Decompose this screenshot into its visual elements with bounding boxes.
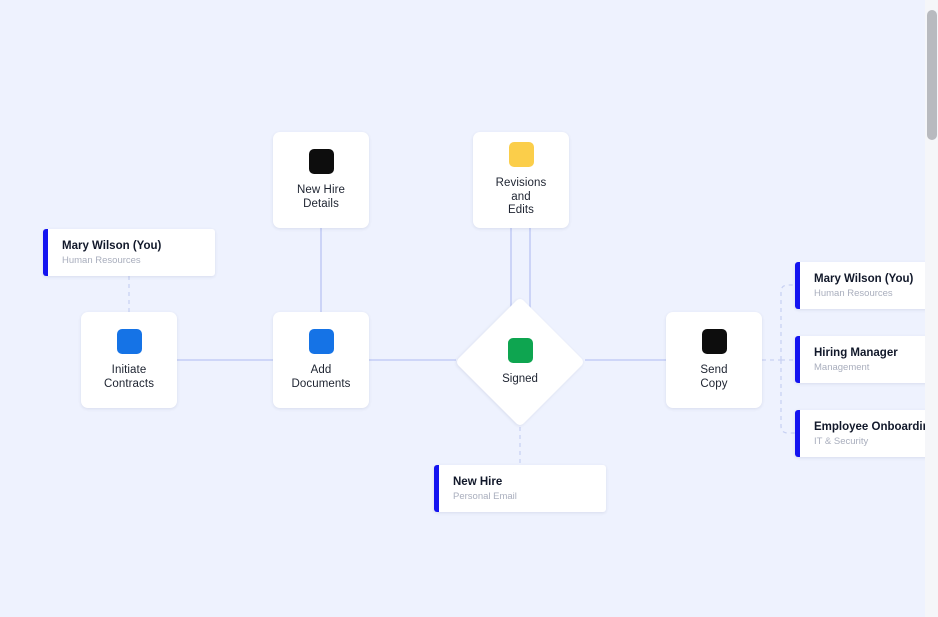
participant-text: New Hire Personal Email bbox=[439, 465, 529, 512]
edge-send-copy-to-mary-wilson bbox=[780, 284, 795, 360]
black-square-icon bbox=[701, 329, 727, 354]
participant-name: Hiring Manager bbox=[814, 346, 898, 359]
vertical-scrollbar-thumb[interactable] bbox=[927, 10, 937, 140]
participant-card-hiring-manager[interactable]: Hiring Manager Management bbox=[795, 336, 938, 383]
vertical-scrollbar-track[interactable] bbox=[925, 0, 938, 617]
edge-send-copy-to-employee-onboarding bbox=[780, 360, 795, 434]
diamond-content: Signed bbox=[455, 297, 585, 427]
node-label: Add Documents bbox=[291, 364, 351, 390]
node-initiate-contracts[interactable]: Initiate Contracts bbox=[81, 312, 177, 408]
participant-name: Mary Wilson (You) bbox=[62, 239, 162, 252]
participant-role: Human Resources bbox=[62, 254, 141, 266]
blue-square-icon bbox=[308, 329, 334, 354]
blue-square-icon bbox=[116, 329, 142, 354]
participant-role: Management bbox=[814, 361, 870, 373]
participant-card-mary-wilson-right[interactable]: Mary Wilson (You) Human Resources bbox=[795, 262, 938, 309]
workflow-canvas[interactable]: Initiate Contracts New Hire Details Add … bbox=[0, 0, 938, 617]
participant-name: New Hire bbox=[453, 475, 503, 488]
node-new-hire-details[interactable]: New Hire Details bbox=[273, 132, 369, 228]
node-send-copy[interactable]: Send Copy bbox=[666, 312, 762, 408]
participant-name: Employee Onboarding bbox=[814, 420, 937, 433]
participant-card-new-hire[interactable]: New Hire Personal Email bbox=[434, 465, 606, 512]
green-square-icon bbox=[507, 337, 533, 363]
participant-text: Mary Wilson (You) Human Resources bbox=[48, 229, 173, 276]
participant-role: IT & Security bbox=[814, 435, 869, 447]
node-label: Signed bbox=[502, 372, 538, 385]
yellow-square-icon bbox=[508, 142, 534, 168]
node-label: New Hire Details bbox=[296, 184, 346, 210]
node-label: Send Copy bbox=[700, 364, 728, 390]
node-revisions-and-edits[interactable]: Revisions and Edits bbox=[473, 132, 569, 228]
participant-text: Mary Wilson (You) Human Resources bbox=[800, 262, 925, 309]
participant-text: Employee Onboarding IT & Security bbox=[800, 410, 938, 457]
black-square-icon bbox=[308, 149, 334, 174]
node-label: Revisions and Edits bbox=[495, 177, 547, 217]
participant-card-mary-wilson-left[interactable]: Mary Wilson (You) Human Resources bbox=[43, 229, 215, 276]
participant-role: Personal Email bbox=[453, 490, 517, 502]
participant-text: Hiring Manager Management bbox=[800, 336, 910, 383]
participant-role: Human Resources bbox=[814, 287, 893, 299]
node-signed[interactable]: Signed bbox=[454, 296, 586, 428]
node-label: Initiate Contracts bbox=[103, 364, 155, 390]
participant-card-employee-onboarding[interactable]: Employee Onboarding IT & Security bbox=[795, 410, 938, 457]
node-add-documents[interactable]: Add Documents bbox=[273, 312, 369, 408]
participant-name: Mary Wilson (You) bbox=[814, 272, 914, 285]
